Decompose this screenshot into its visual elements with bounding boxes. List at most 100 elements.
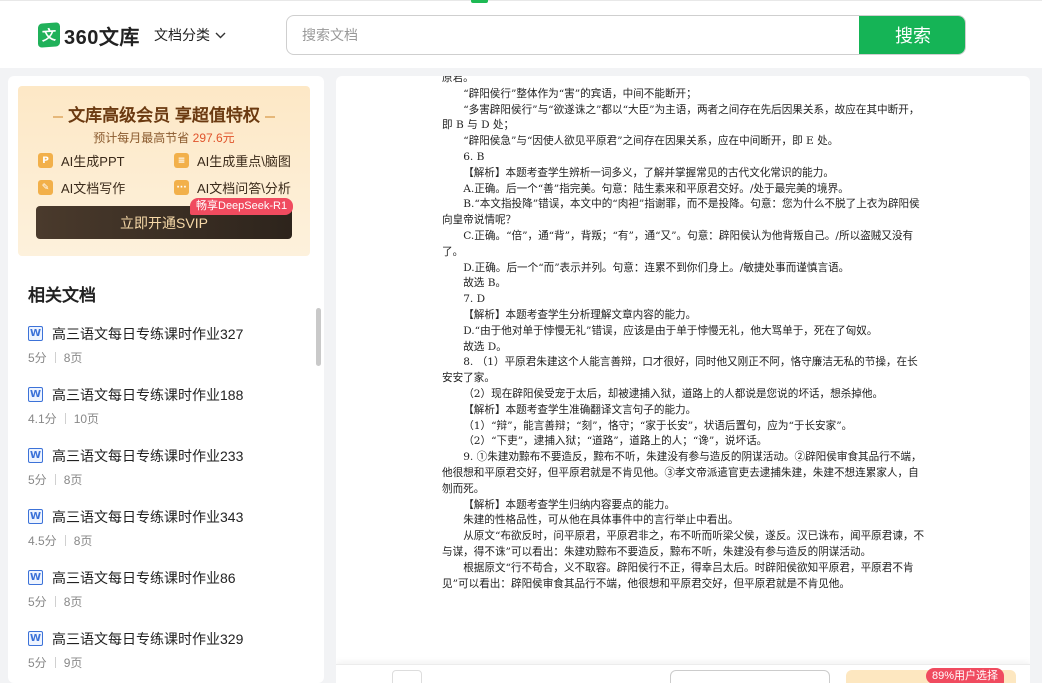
related-docs-heading: 相关文档: [28, 286, 96, 305]
word-doc-icon: W: [28, 326, 43, 341]
doc-score: 5分: [28, 473, 47, 487]
document-paragraph: 8. （1）平原君朱建这个人能言善辩，口才很好，同时他又刚正不阿，恪守廉洁无私的…: [442, 356, 918, 385]
related-doc-meta: 5分 8页: [28, 593, 82, 610]
feature-ai-mindmap: ≡ AI生成重点\脑图: [174, 151, 291, 170]
sidebar-scrollbar[interactable]: [316, 308, 321, 366]
doc-score: 4.5分: [28, 534, 57, 548]
document-paragraph: B.“本文指投降”错误，本文中的“肉袒”指谢罪，而不是投降。句意：您为什么不脱了…: [442, 198, 920, 227]
document-paragraph: 【解析】本题考查学生准确翻译文言句子的能力。: [463, 403, 697, 416]
document-page-text: 原君。 “辟阳侯行”整体作为“害”的宾语，中间不能断开； “多害辟阳侯行”与“欲遂诛…: [442, 76, 926, 592]
related-doc-item[interactable]: W 高三语文每日专练课时作业188 4.1分 10页: [28, 385, 308, 435]
related-doc-title[interactable]: 高三语文每日专练课时作业329: [52, 629, 243, 649]
feature-label: AI生成重点\脑图: [197, 154, 291, 169]
bottom-small-button[interactable]: [392, 670, 422, 683]
category-label: 文档分类: [154, 27, 210, 43]
related-doc-item[interactable]: W 高三语文每日专练课时作业86 5分 8页: [28, 568, 308, 618]
feature-ai-write: ✎ AI文档写作: [38, 178, 125, 197]
feature-label: AI生成PPT: [61, 154, 125, 169]
vip-title-text: 文库高级会员 享超值特权: [68, 106, 260, 125]
document-paragraph: “多害辟阳侯行”与“欲遂诛之”都以“大臣”为主语，两者之间存在先后因果关系，故应…: [442, 103, 920, 132]
logo-text: 360文库: [64, 26, 140, 49]
feature-label: AI文档写作: [61, 181, 126, 196]
vip-saving-amount: 297.6元: [192, 131, 235, 145]
search-button[interactable]: 搜索: [859, 16, 965, 54]
word-doc-icon: W: [28, 509, 43, 524]
feature-ai-qa: ··· AI文档问答\分析: [174, 178, 291, 197]
doc-score: 5分: [28, 656, 47, 670]
site-logo[interactable]: 文 360文库: [38, 21, 140, 49]
right-gutter: [1030, 76, 1042, 683]
document-paragraph: A.正确。后一个“善”指完美。句意：陆生素来和平原君交好。/处于最完美的境界。: [463, 182, 849, 195]
doc-pages: 10页: [73, 412, 100, 426]
document-paragraph: D.正确。后一个“而”表示并列。句意：连累不到你们身上。/敏捷处事而谨慎言语。: [463, 261, 850, 274]
doc-score: 5分: [28, 595, 47, 609]
title-deco-right: [264, 115, 275, 118]
doc-pages: 8页: [63, 473, 83, 487]
related-doc-meta: 4.1分 10页: [28, 410, 99, 427]
popular-choice-badge: 89%用户选择: [926, 668, 1005, 683]
document-paragraph: D.“由于他对单于悖慢无礼”错误，应该是由于单于悖慢无礼，他大骂单于，死在了匈奴…: [463, 324, 878, 337]
vip-subtitle: 预计每月最高节省 297.6元: [18, 129, 310, 146]
doc-pages: 8页: [63, 595, 83, 609]
doc-score: 4.1分: [28, 412, 57, 426]
divider: [54, 474, 56, 485]
divider: [54, 596, 56, 607]
related-doc-title[interactable]: 高三语文每日专练课时作业327: [52, 324, 243, 344]
logo-mark-icon: 文: [38, 22, 60, 48]
chat-icon: ···: [174, 180, 189, 195]
related-doc-title[interactable]: 高三语文每日专练课时作业86: [52, 568, 236, 588]
title-deco-left: [53, 115, 64, 118]
deepseek-badge: 畅享DeepSeek-R1: [190, 198, 294, 215]
sidebar: 文库高级会员 享超值特权 预计每月最高节省 297.6元 P AI生成PPT ≡…: [8, 76, 324, 683]
related-doc-meta: 5分 8页: [28, 471, 82, 488]
related-doc-title[interactable]: 高三语文每日专练课时作业188: [52, 385, 243, 405]
ppt-icon: P: [38, 153, 53, 168]
divider: [54, 657, 56, 668]
write-icon: ✎: [38, 180, 53, 195]
divider: [64, 413, 66, 424]
document-paragraph: “辟阳侯行”整体作为“害”的宾语，中间不能断开；: [463, 87, 697, 100]
document-paragraph: 故选 B。: [463, 277, 507, 290]
divider: [54, 352, 56, 363]
document-paragraph: 根据原文“行不苟合，义不取容。辟阳侯行不正，得幸吕太后。时辟阳侯欲知平原君，平原…: [442, 561, 914, 590]
mindmap-icon: ≡: [174, 153, 189, 168]
chevron-down-icon: [215, 32, 226, 38]
vip-title: 文库高级会员 享超值特权: [18, 101, 310, 126]
document-paragraph: 朱建的性格品性，可从他在具体事件中的言行举止中看出。: [463, 514, 739, 527]
document-paragraph: C.正确。“倍”，通“背”，背叛；“有”，通“又”。句意：辟阳侯认为他背叛自己。…: [442, 229, 914, 258]
related-doc-title[interactable]: 高三语文每日专练课时作业343: [52, 507, 243, 527]
bottom-outline-button[interactable]: [670, 670, 830, 683]
vip-promo-card[interactable]: 文库高级会员 享超值特权 预计每月最高节省 297.6元 P AI生成PPT ≡…: [18, 86, 310, 256]
document-paragraph: 【解析】本题考查学生分析理解文章内容的能力。: [463, 308, 697, 321]
related-doc-item[interactable]: W 高三语文每日专练课时作业233 5分 8页: [28, 446, 308, 496]
feature-ai-ppt: P AI生成PPT: [38, 151, 125, 170]
document-paragraph: 【解析】本题考查学生归纳内容要点的能力。: [463, 498, 676, 511]
search-bar: 搜索: [286, 15, 966, 55]
search-input[interactable]: [287, 16, 859, 54]
document-paragraph: 原君。: [442, 76, 474, 84]
document-paragraph: 6. B: [463, 150, 485, 163]
doc-pages: 8页: [73, 534, 93, 548]
word-doc-icon: W: [28, 570, 43, 585]
related-doc-meta: 5分 8页: [28, 349, 82, 366]
related-doc-meta: 4.5分 8页: [28, 532, 92, 549]
document-category-menu[interactable]: 文档分类: [154, 25, 226, 45]
document-viewer[interactable]: 原君。 “辟阳侯行”整体作为“害”的宾语，中间不能断开； “多害辟阳侯行”与“欲遂诛…: [336, 76, 1030, 683]
related-doc-meta: 5分 9页: [28, 654, 82, 671]
document-paragraph: 【解析】本题考查学生辨析一词多义，了解并掌握常见的古代文化常识的能力。: [463, 166, 834, 179]
divider: [64, 535, 66, 546]
related-doc-title[interactable]: 高三语文每日专练课时作业233: [52, 446, 243, 466]
related-doc-item[interactable]: W 高三语文每日专练课时作业327 5分 8页: [28, 324, 308, 374]
related-doc-item[interactable]: W 高三语文每日专练课时作业343 4.5分 8页: [28, 507, 308, 557]
word-doc-icon: W: [28, 387, 43, 402]
doc-pages: 8页: [63, 351, 83, 365]
active-indicator: [471, 0, 488, 3]
doc-score: 5分: [28, 351, 47, 365]
document-paragraph: 从原文“布欲反时，问平原君，平原君非之，布不听而听梁父侯，遂反。汉已诛布，闻平原…: [442, 530, 925, 558]
document-paragraph: 7. D: [463, 293, 486, 306]
word-doc-icon: W: [28, 631, 43, 646]
document-paragraph: “辟阳侯急”与“因使人欲见平原君”之间存在因果关系，应在中间断开，即 E 处。: [463, 135, 839, 148]
document-paragraph: （1）“辩”，能言善辩；“刻”，恪守；“家于长安”，状语后置句，应为“于长安家”…: [463, 419, 853, 432]
related-doc-item[interactable]: W 高三语文每日专练课时作业329 5分 9页: [28, 629, 308, 679]
document-paragraph: 故选 D。: [463, 340, 507, 353]
